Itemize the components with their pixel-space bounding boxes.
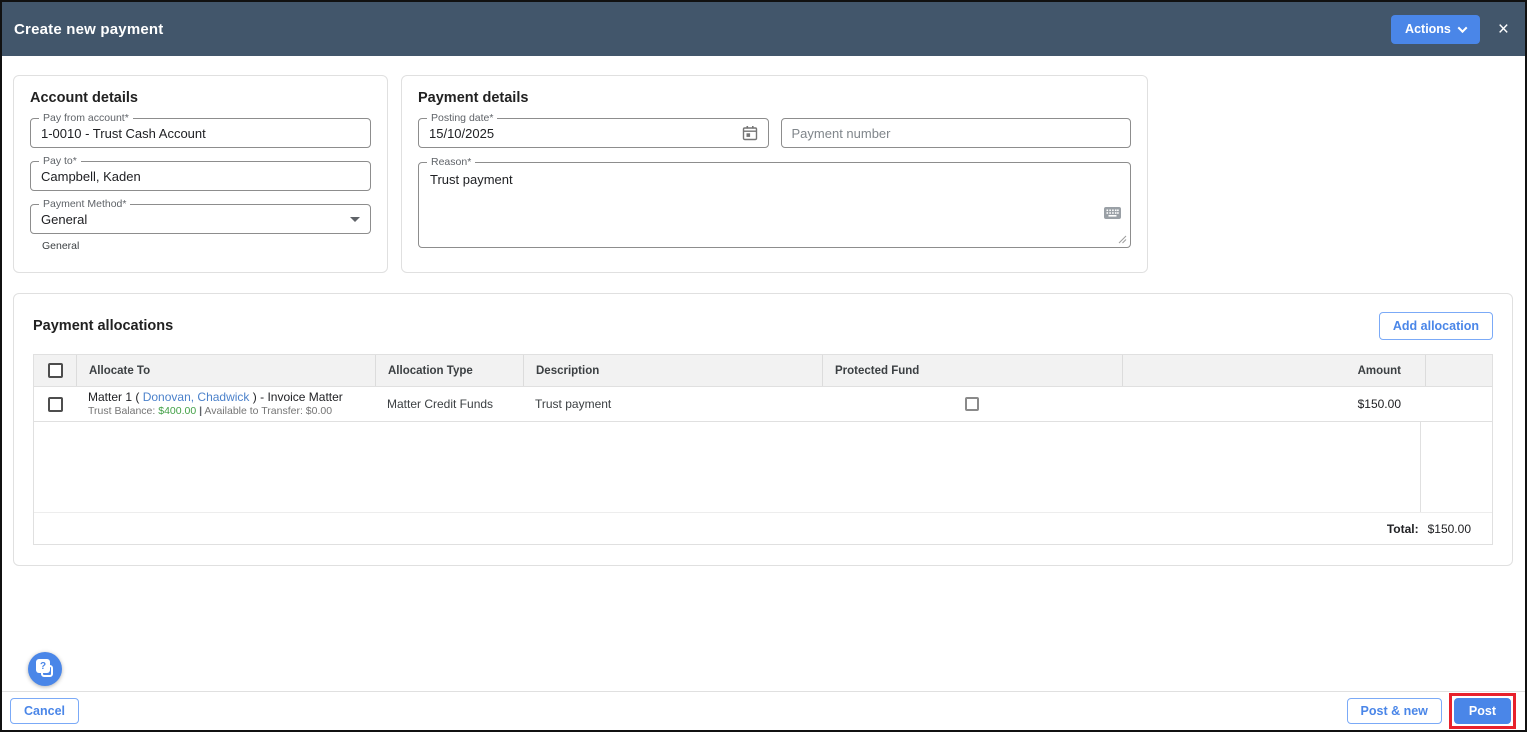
- payment-method-helper-text: General: [42, 240, 80, 252]
- posting-date-label: Posting date*: [427, 112, 498, 124]
- matter-prefix: Matter 1 (: [88, 389, 140, 404]
- pay-to-label: Pay to*: [39, 155, 81, 167]
- create-new-payment-dialog: Create new payment Actions × Account det…: [0, 0, 1527, 732]
- description-cell: Trust payment: [535, 397, 612, 411]
- payment-allocations-card: Payment allocations Add allocation Alloc…: [13, 293, 1513, 566]
- column-header-allocation-type: Allocation Type: [375, 355, 523, 386]
- help-button[interactable]: ?: [28, 652, 62, 686]
- pay-to-value: Campbell, Kaden: [41, 168, 141, 184]
- dialog-title: Create new payment: [14, 20, 164, 38]
- allocations-table: Allocate To Allocation Type Description …: [33, 354, 1493, 545]
- chevron-down-icon: [1457, 22, 1468, 33]
- allocation-type-cell: Matter Credit Funds: [387, 397, 494, 411]
- table-row: Matter 1 ( Donovan, Chadwick ) - Invoice…: [34, 387, 1492, 422]
- matter-suffix: ) - Invoice Matter: [252, 389, 343, 404]
- available-to-transfer: Available to Transfer: $0.00: [204, 404, 333, 417]
- matter-title: Matter 1 ( Donovan, Chadwick ) - Invoice…: [88, 390, 343, 405]
- header-checkbox-cell: [34, 355, 76, 386]
- matter-balance-line: Trust Balance: $400.00 | Available to Tr…: [88, 405, 332, 418]
- detail-separator: |: [199, 404, 203, 417]
- payment-number-input[interactable]: [791, 125, 1120, 141]
- protected-fund-cell: [822, 387, 1122, 421]
- table-header-row: Allocate To Allocation Type Description …: [34, 355, 1492, 387]
- total-label: Total:: [1386, 521, 1419, 536]
- add-allocation-button[interactable]: Add allocation: [1378, 312, 1493, 340]
- protected-fund-checkbox[interactable]: [965, 397, 979, 411]
- payment-method-label: Payment Method*: [39, 198, 131, 210]
- select-all-checkbox[interactable]: [47, 363, 63, 378]
- matter-client-link[interactable]: Donovan, Chadwick: [143, 390, 250, 404]
- column-header-description: Description: [523, 355, 822, 386]
- title-bar: Create new payment Actions ×: [2, 2, 1525, 56]
- close-icon[interactable]: ×: [1498, 20, 1509, 39]
- highlight-annotation: Post: [1448, 693, 1516, 729]
- pay-to-field[interactable]: Pay to* Campbell, Kaden: [30, 155, 371, 191]
- payment-number-field[interactable]: [780, 118, 1131, 148]
- column-header-amount: Amount: [1122, 355, 1425, 386]
- column-header-protected-fund: Protected Fund: [822, 355, 1122, 386]
- actions-button-label: Actions: [1405, 22, 1451, 36]
- account-details-card: Account details Pay from account* 1-0010…: [13, 75, 388, 273]
- column-header-actions: [1425, 355, 1492, 386]
- resize-handle[interactable]: [1118, 235, 1127, 244]
- keyboard-icon[interactable]: [1104, 207, 1121, 219]
- footer-bar: Cancel Post & new Post: [2, 691, 1525, 730]
- total-amount: $150.00: [1427, 521, 1471, 536]
- pay-from-account-value: 1-0010 - Trust Cash Account: [41, 125, 206, 141]
- amount-cell: $150.00: [1357, 397, 1401, 411]
- allocate-to-cell: Matter 1 ( Donovan, Chadwick ) - Invoice…: [76, 387, 375, 421]
- column-header-allocate-to: Allocate To: [76, 355, 375, 386]
- table-total-row: Total: $150.00: [34, 512, 1492, 544]
- post-and-new-button[interactable]: Post & new: [1346, 698, 1442, 724]
- payment-details-card: Payment details Posting date* 15/10/2025…: [401, 75, 1148, 273]
- payment-details-title: Payment details: [418, 90, 529, 106]
- posting-date-field[interactable]: Posting date* 15/10/2025: [418, 112, 769, 148]
- actions-button[interactable]: Actions: [1391, 14, 1480, 44]
- row-actions-cell: [1425, 387, 1492, 421]
- payment-method-value: General: [41, 211, 88, 227]
- payment-allocations-title: Payment allocations: [33, 318, 174, 334]
- row-checkbox[interactable]: [47, 396, 63, 412]
- trust-balance-label: Trust Balance:: [88, 404, 156, 417]
- column-divider: [1420, 422, 1421, 512]
- trust-balance-value: $400.00: [158, 404, 197, 417]
- table-empty-area: [34, 422, 1492, 512]
- posting-date-value: 15/10/2025: [429, 125, 495, 141]
- calendar-icon[interactable]: [742, 125, 758, 141]
- reason-label: Reason*: [427, 156, 476, 168]
- cancel-button[interactable]: Cancel: [10, 698, 79, 724]
- pay-from-account-field[interactable]: Pay from account* 1-0010 - Trust Cash Ac…: [30, 112, 371, 148]
- payment-method-select[interactable]: Payment Method* General: [30, 198, 371, 234]
- dropdown-caret-icon: [350, 216, 360, 222]
- help-question-icon: ?: [36, 659, 50, 673]
- reason-value: Trust payment: [430, 172, 513, 187]
- account-details-title: Account details: [30, 90, 138, 106]
- row-checkbox-cell: [34, 387, 76, 421]
- reason-textarea[interactable]: Reason* Trust payment: [418, 156, 1131, 248]
- post-button[interactable]: Post: [1453, 698, 1511, 724]
- pay-from-account-label: Pay from account*: [39, 112, 133, 124]
